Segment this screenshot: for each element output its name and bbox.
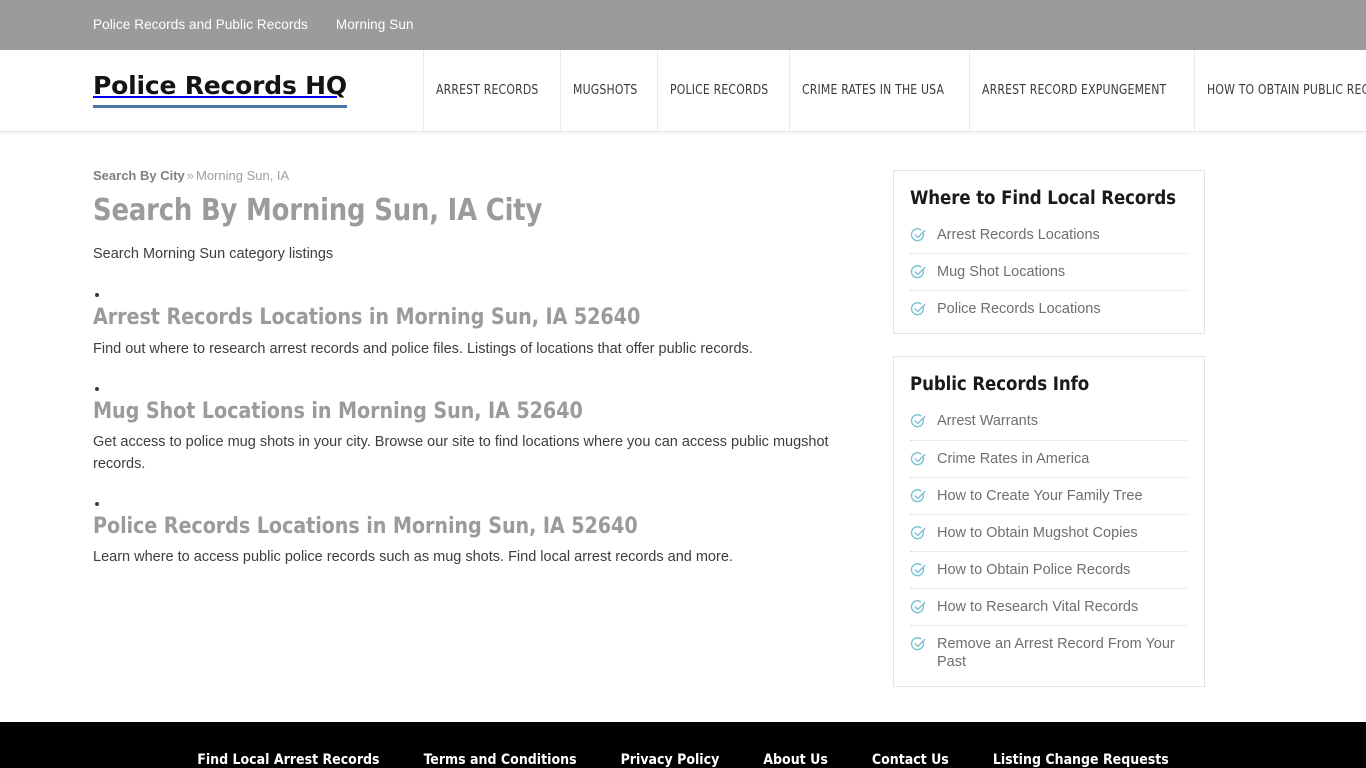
topbar-link-city[interactable]: Morning Sun xyxy=(336,18,414,32)
top-utility-bar-inner: Police Records and Public Records Mornin… xyxy=(93,18,1273,32)
sidebar-link-crime-rates-in-america[interactable]: Crime Rates in America xyxy=(910,441,1188,477)
list-item: Crime Rates in America xyxy=(910,441,1188,478)
list-item: How to Create Your Family Tree xyxy=(910,478,1188,515)
sidebar-link-how-to-create-your-family-tree[interactable]: How to Create Your Family Tree xyxy=(910,478,1188,514)
footer-link-find-local-arrest-records[interactable]: Find Local Arrest Records xyxy=(197,753,379,767)
widget-where-to-find-local-records: Where to Find Local Records Arrest Recor… xyxy=(893,170,1205,335)
sidebar-link-label: How to Create Your Family Tree xyxy=(937,487,1143,504)
site-header: Police Records HQ ARREST RECORDS MUGSHOT… xyxy=(0,50,1366,132)
check-circle-icon xyxy=(910,637,926,651)
nav-item-how-to-obtain-public-records[interactable]: HOW TO OBTAIN PUBLIC RECORDS xyxy=(1194,50,1366,131)
page-subtitle: Search Morning Sun category listings xyxy=(93,246,334,263)
sidebar-link-label: Police Records Locations xyxy=(937,301,1101,318)
page-container: Search By City» Morning Sun, IA Search By… xyxy=(93,132,1273,709)
listing-title-link[interactable]: Police Records Locations in Morning Sun,… xyxy=(93,513,830,541)
breadcrumb: Search By City» Morning Sun, IA xyxy=(93,168,853,185)
listing-description: Find out where to research arrest record… xyxy=(93,340,753,357)
bullet-icon xyxy=(95,501,99,506)
sidebar-link-arrest-warrants[interactable]: Arrest Warrants xyxy=(910,403,1188,439)
category-listing: Arrest Records Locations in Morning Sun,… xyxy=(93,293,853,569)
footer-link-privacy-policy[interactable]: Privacy Policy xyxy=(621,753,720,767)
list-item: Arrest Warrants xyxy=(910,403,1188,441)
sidebar-link-label: Crime Rates in America xyxy=(937,450,1090,467)
check-circle-icon xyxy=(910,600,926,614)
bullet-icon xyxy=(95,293,99,298)
sidebar-link-label: How to Research Vital Records xyxy=(937,599,1139,616)
breadcrumb-link-search-by-city[interactable]: Search By City xyxy=(93,168,185,183)
list-item: Arrest Records Locations xyxy=(910,217,1188,255)
check-circle-icon xyxy=(910,488,926,503)
nav-item-police-records[interactable]: POLICE RECORDS xyxy=(656,50,780,131)
sidebar-link-label: Mug Shot Locations xyxy=(937,264,1066,281)
listing-description: Learn where to access public police reco… xyxy=(93,549,733,566)
nav-item-arrest-record-expungement[interactable]: ARREST RECORD EXPUNGEMENT xyxy=(969,50,1178,131)
bullet-icon xyxy=(95,386,99,391)
sidebar-link-mug-shot-locations[interactable]: Mug Shot Locations xyxy=(910,254,1188,290)
breadcrumb-separator: » xyxy=(186,168,194,183)
widget-title: Where to Find Local Records xyxy=(910,188,1176,209)
check-circle-icon xyxy=(910,451,926,465)
list-item: How to Research Vital Records xyxy=(910,589,1188,627)
check-circle-icon xyxy=(910,563,926,577)
check-circle-icon xyxy=(910,228,926,242)
main-navigation: ARREST RECORDS MUGSHOTS POLICE RECORDS C… xyxy=(423,50,1366,131)
sidebar-link-how-to-research-vital-records[interactable]: How to Research Vital Records xyxy=(910,589,1188,625)
topbar-link-site-description[interactable]: Police Records and Public Records xyxy=(93,18,308,32)
nav-item-mugshots[interactable]: MUGSHOTS xyxy=(560,50,650,131)
check-circle-icon xyxy=(910,302,926,316)
sidebar-link-label: Remove an Arrest Record From Your Past xyxy=(937,636,1175,671)
sidebar-link-arrest-records-locations[interactable]: Arrest Records Locations xyxy=(910,217,1188,253)
site-logo[interactable]: Police Records HQ xyxy=(93,50,423,131)
site-header-inner: Police Records HQ ARREST RECORDS MUGSHOT… xyxy=(93,50,1366,131)
list-item: Remove an Arrest Record From Your Past xyxy=(910,626,1188,680)
sidebar-link-label: How to Obtain Mugshot Copies xyxy=(937,524,1138,541)
sidebar-link-police-records-locations[interactable]: Police Records Locations xyxy=(910,291,1188,327)
list-item: Arrest Records Locations in Morning Sun,… xyxy=(93,293,853,360)
widget-link-list: Arrest Records Locations Mug Shot Locati… xyxy=(910,217,1188,327)
listing-description: Get access to police mug shots in your c… xyxy=(93,434,829,472)
sidebar-link-label: Arrest Records Locations xyxy=(937,227,1100,244)
list-item: Police Records Locations xyxy=(910,291,1188,327)
listing-title-link[interactable]: Mug Shot Locations in Morning Sun, IA 52… xyxy=(93,398,830,426)
widget-public-records-info: Public Records Info Arrest Warrants Crim… xyxy=(893,356,1205,688)
top-utility-bar: Police Records and Public Records Mornin… xyxy=(0,0,1366,50)
list-item: Mug Shot Locations in Morning Sun, IA 52… xyxy=(93,386,853,476)
site-logo-text: Police Records HQ xyxy=(93,73,347,108)
check-circle-icon xyxy=(910,525,926,540)
nav-item-arrest-records[interactable]: ARREST RECORDS xyxy=(423,50,551,131)
footer-link-contact-us[interactable]: Contact Us xyxy=(872,753,949,767)
sidebar-link-remove-an-arrest-record-from-your-past[interactable]: Remove an Arrest Record From Your Past xyxy=(910,626,1188,680)
widget-link-list: Arrest Warrants Crime Rates in America H… xyxy=(910,403,1188,680)
sidebar-link-how-to-obtain-police-records[interactable]: How to Obtain Police Records xyxy=(910,552,1188,588)
footer-link-listing-change-requests[interactable]: Listing Change Requests xyxy=(993,753,1169,767)
list-item: How to Obtain Mugshot Copies xyxy=(910,515,1188,552)
check-circle-icon xyxy=(910,265,926,279)
footer-link-about-us[interactable]: About Us xyxy=(763,753,828,767)
list-item: Mug Shot Locations xyxy=(910,254,1188,292)
footer-link-terms-and-conditions[interactable]: Terms and Conditions xyxy=(424,753,577,767)
sidebar-link-label: Arrest Warrants xyxy=(937,413,1038,430)
site-footer: Find Local Arrest Records Terms and Cond… xyxy=(0,722,1366,768)
check-circle-icon xyxy=(910,414,926,428)
sidebar-link-label: How to Obtain Police Records xyxy=(937,561,1131,578)
site-footer-inner: Find Local Arrest Records Terms and Cond… xyxy=(93,722,1273,767)
listing-title-link[interactable]: Arrest Records Locations in Morning Sun,… xyxy=(93,304,830,332)
list-item: How to Obtain Police Records xyxy=(910,552,1188,590)
sidebar: Where to Find Local Records Arrest Recor… xyxy=(893,170,1205,709)
list-item: Police Records Locations in Morning Sun,… xyxy=(93,501,853,569)
widget-title: Public Records Info xyxy=(910,374,1090,396)
nav-item-crime-rates-in-the-usa[interactable]: CRIME RATES IN THE USA xyxy=(789,50,956,131)
breadcrumb-current: Morning Sun, IA xyxy=(196,168,290,183)
page-title: Search By Morning Sun, IA City xyxy=(93,192,543,228)
main-content: Search By City» Morning Sun, IA Search By… xyxy=(93,168,893,595)
sidebar-link-how-to-obtain-mugshot-copies[interactable]: How to Obtain Mugshot Copies xyxy=(910,515,1188,551)
